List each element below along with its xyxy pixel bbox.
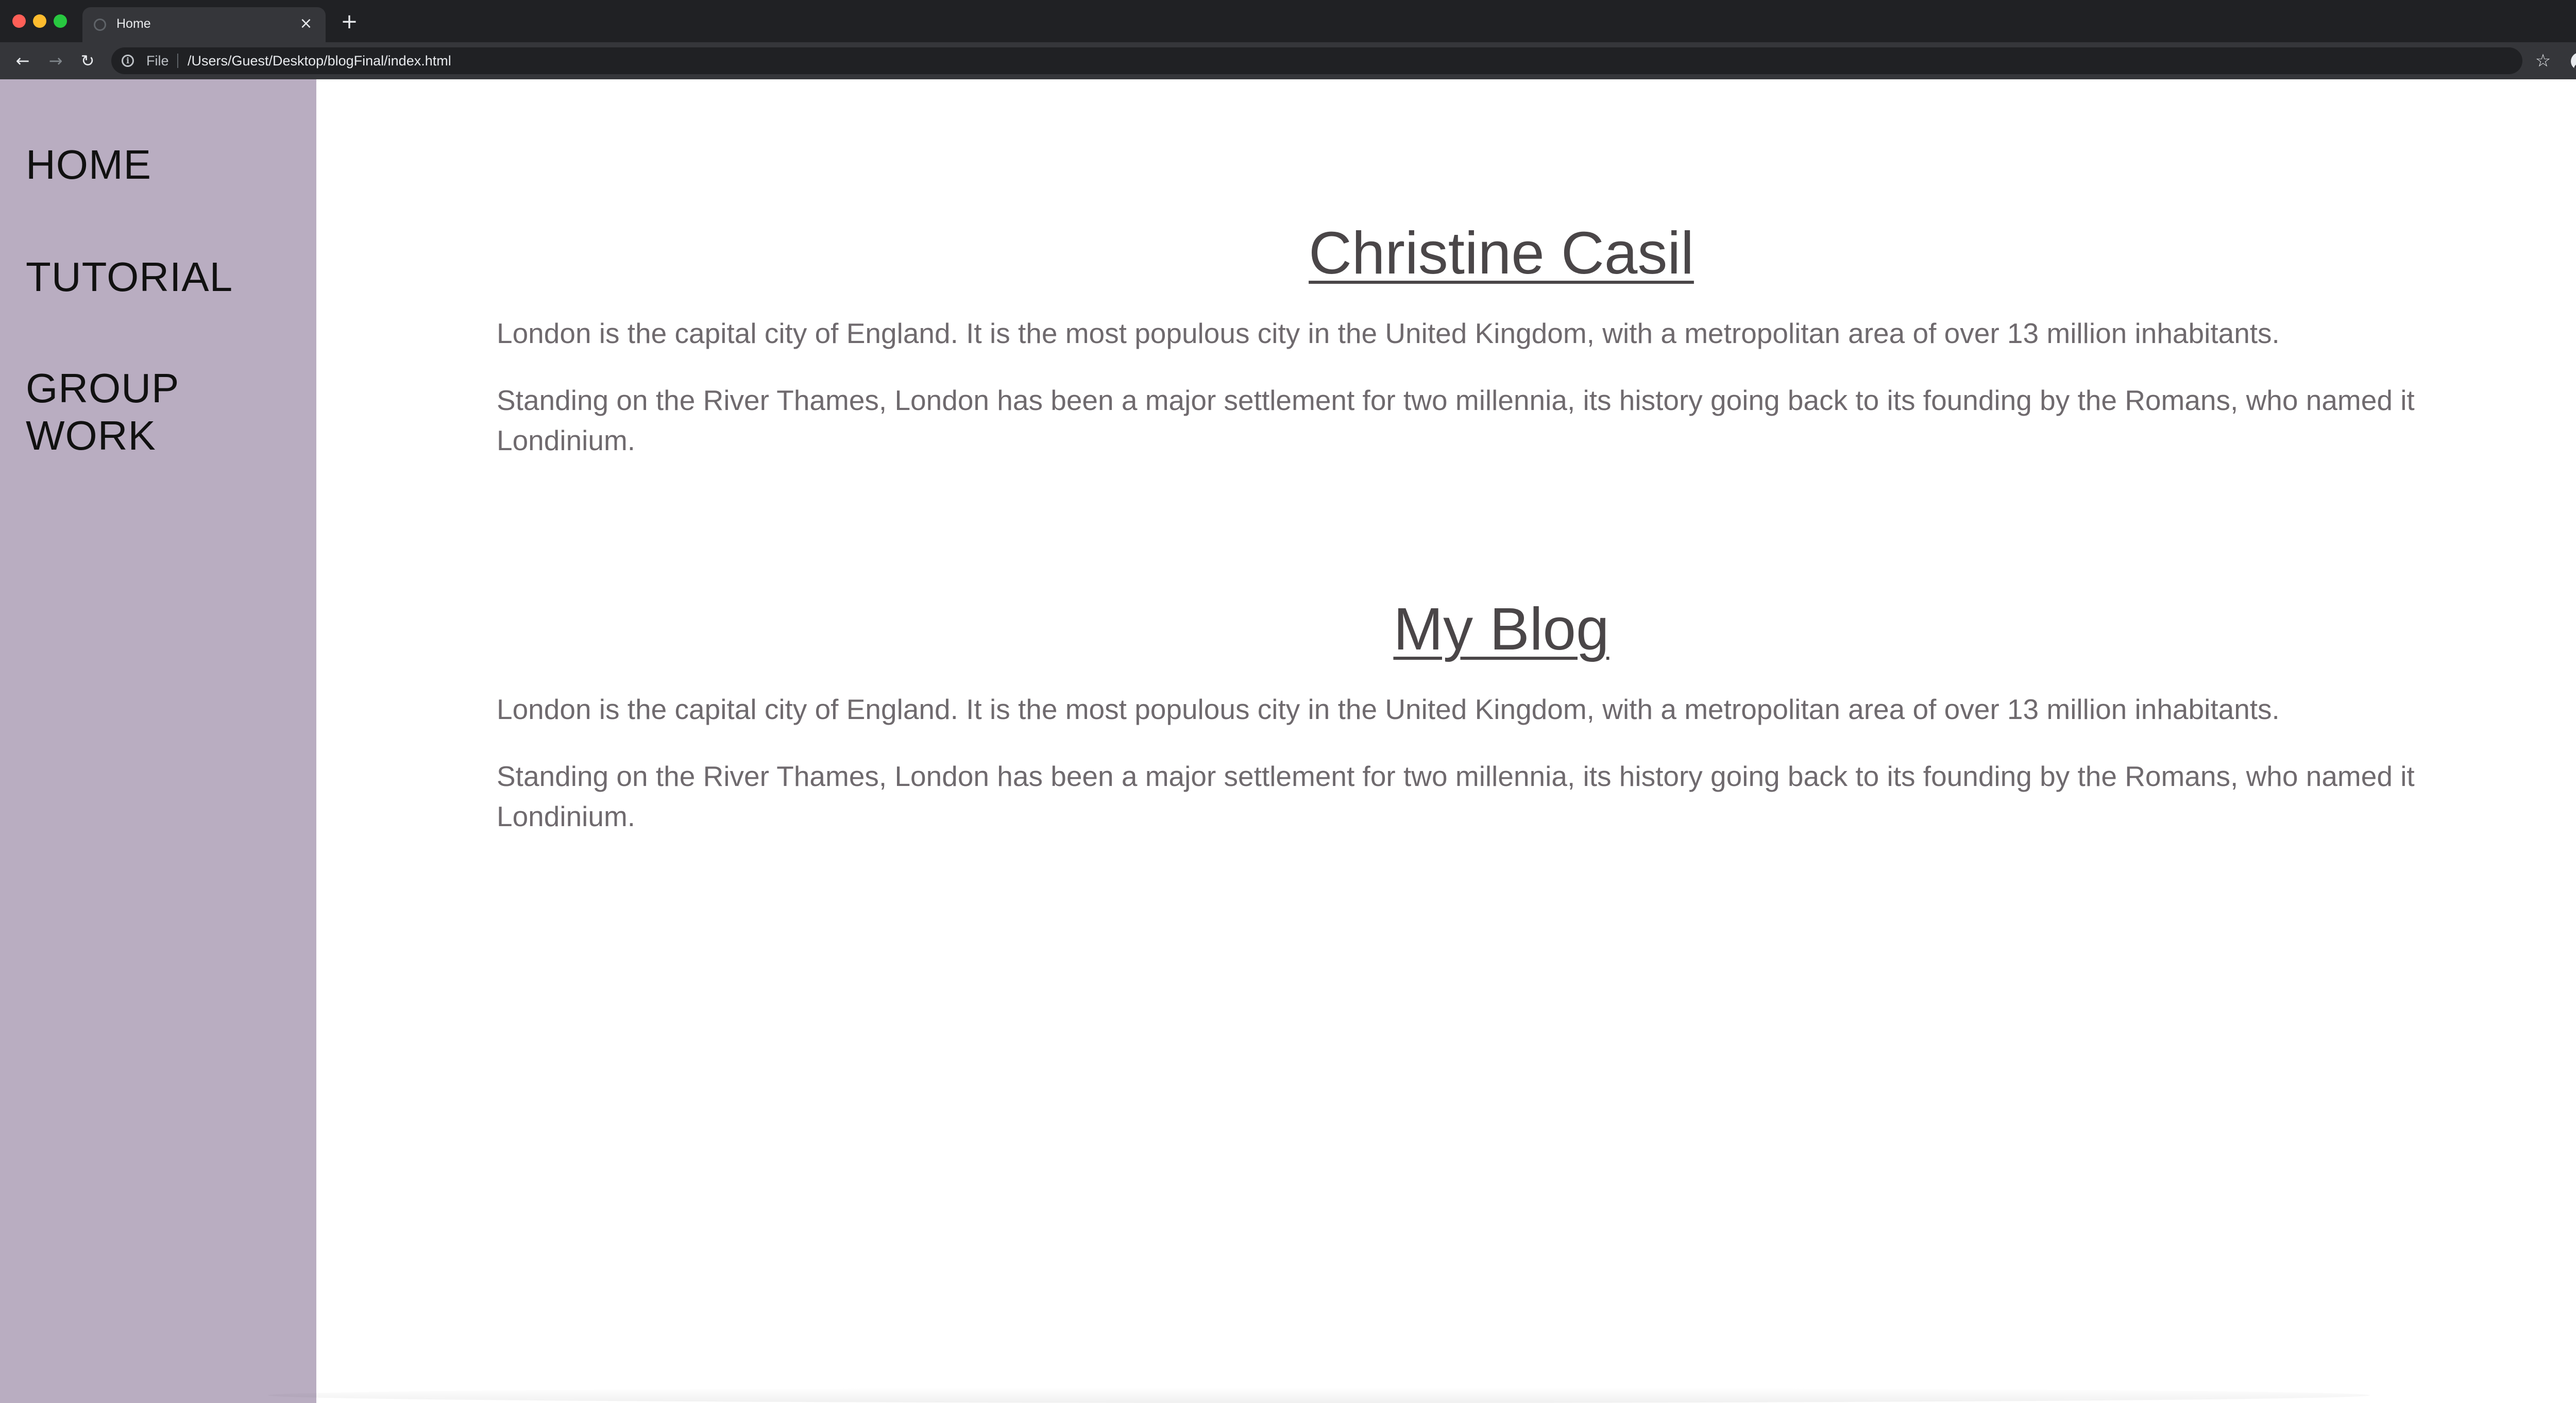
back-arrow-icon[interactable]: ← (12, 50, 33, 71)
section-title: Christine Casil (1309, 219, 1694, 286)
section-title: My Blog (1393, 595, 1609, 662)
main-content: Christine Casil London is the capital ci… (316, 79, 2576, 1403)
paragraph: London is the capital city of England. I… (497, 693, 2280, 725)
bookmark-star-icon[interactable]: ☆ (2532, 49, 2554, 72)
globe-icon (94, 19, 106, 31)
close-tab-icon[interactable]: × (296, 13, 316, 34)
paragraph: Standing on the River Thames, London has… (497, 384, 2415, 456)
maximize-window-button[interactable] (54, 14, 67, 28)
forward-arrow-icon[interactable]: → (45, 50, 66, 71)
minimize-window-button[interactable] (33, 14, 46, 28)
url-text[interactable]: /Users/Guest/Desktop/blogFinal/index.htm… (188, 53, 451, 69)
paragraph: London is the capital city of England. I… (497, 317, 2280, 349)
new-tab-button[interactable]: + (338, 10, 361, 33)
sidebar-item-group-work[interactable]: GROUP WORK (26, 365, 316, 459)
profile-icon[interactable] (2571, 53, 2576, 70)
sidebar-item-tutorial[interactable]: TUTORIAL (26, 253, 233, 301)
address-bar[interactable]: i File /Users/Guest/Desktop/blogFinal/in… (111, 47, 2522, 74)
section-christine-casil: Christine Casil London is the capital ci… (497, 218, 2506, 460)
page-viewport: HOME TUTORIAL GROUP WORK Christine Casil… (0, 79, 2576, 1403)
browser-toolbar: ← → ↻ i File /Users/Guest/Desktop/blogFi… (0, 42, 2576, 79)
close-window-button[interactable] (12, 14, 26, 28)
tab-home[interactable]: Home × (82, 7, 326, 42)
sidebar-item-home[interactable]: HOME (26, 141, 151, 189)
browser-tab-strip: Home × + (0, 0, 2576, 42)
address-separator (177, 54, 178, 68)
paragraph: Standing on the River Thames, London has… (497, 760, 2415, 832)
sidebar: HOME TUTORIAL GROUP WORK (0, 79, 316, 1403)
info-icon[interactable]: i (122, 55, 134, 67)
tab-title: Home (116, 16, 151, 31)
section-my-blog: My Blog London is the capital city of En… (497, 594, 2506, 836)
scheme-label: File (146, 53, 169, 69)
bottom-shadow (268, 1388, 2370, 1403)
reload-icon[interactable]: ↻ (77, 50, 98, 71)
